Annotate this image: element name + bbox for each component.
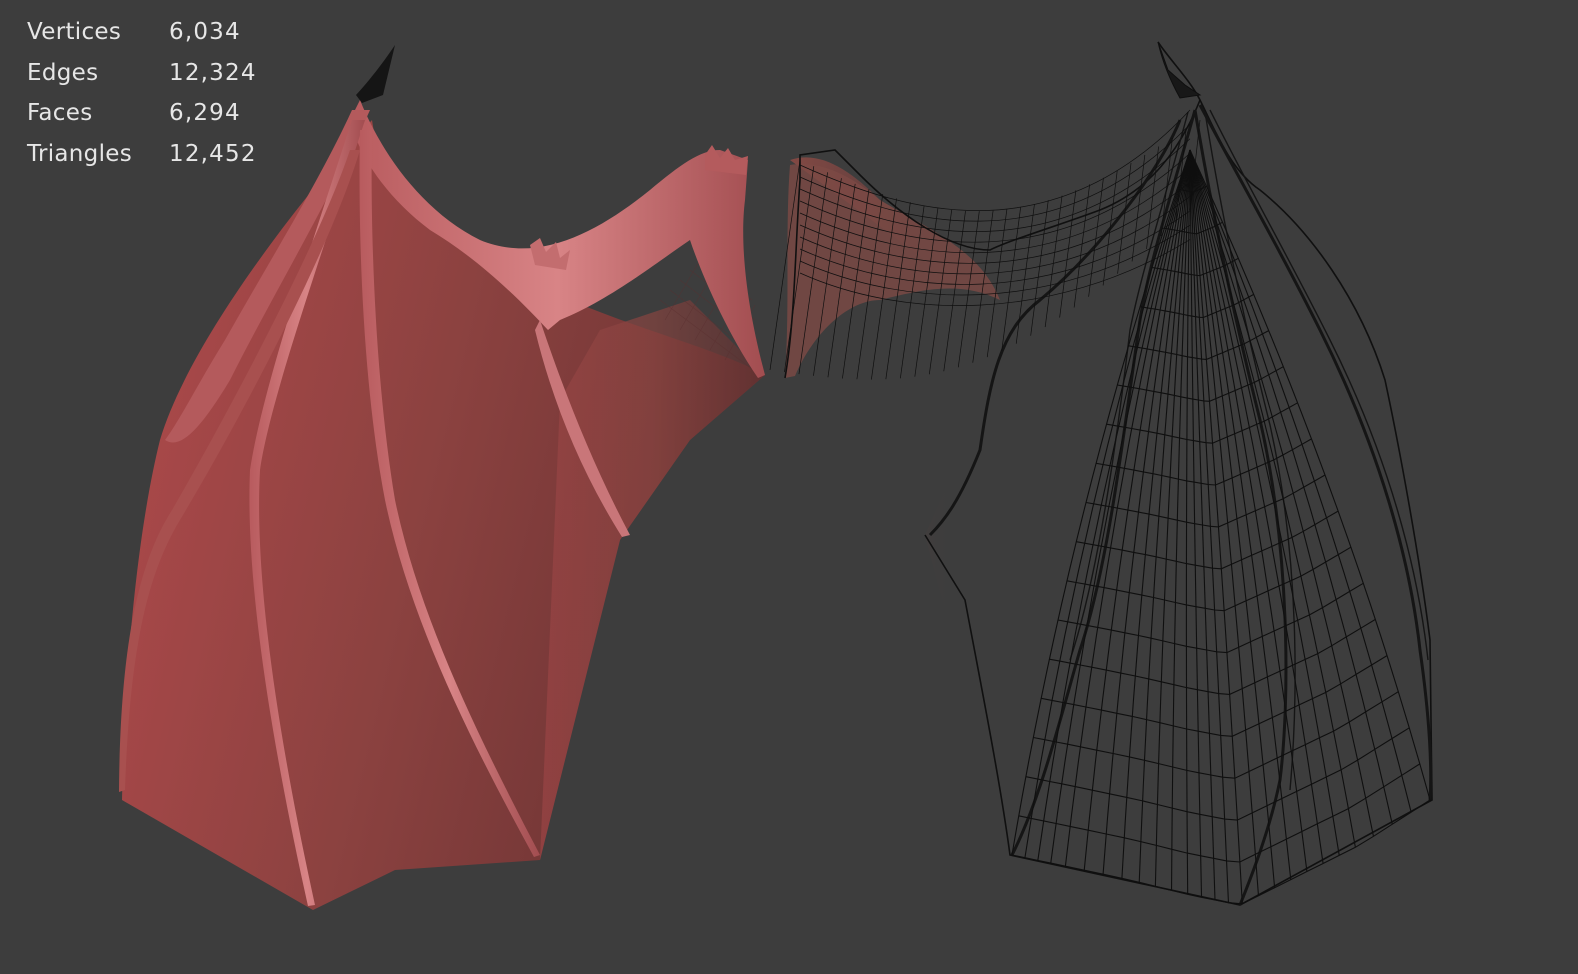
wire-edge [1057,582,1364,654]
mesh-statistics-overlay: Vertices 6,034 Edges 12,324 Faces 6,294 … [27,12,257,174]
wire-edge [1044,195,1063,328]
stat-value: 12,452 [169,140,257,167]
wire-edge [1018,763,1421,863]
wire-edge [1049,618,1376,695]
wire-edge [1146,146,1159,249]
stat-row-faces: Faces 6,294 [27,93,257,134]
3d-viewport[interactable]: Vertices 6,034 Edges 12,324 Faces 6,294 … [0,0,1578,974]
wire-edge [1015,203,1035,344]
stat-value: 12,324 [169,59,257,86]
stat-row-edges: Edges 12,324 [27,53,257,94]
wire-edge [1059,190,1077,318]
stat-row-vertices: Vertices 6,034 [27,12,257,53]
stat-label: Edges [27,59,99,86]
stat-value: 6,294 [169,100,241,127]
stat-row-triangles: Triangles 12,452 [27,134,257,175]
stat-label: Triangles [27,140,133,167]
wire-edge [1189,149,1340,856]
stat-label: Faces [27,100,93,127]
wire-edge [1102,170,1118,286]
stat-label: Vertices [27,19,122,46]
wire-edge [1011,799,1431,905]
stat-value: 6,034 [169,19,241,46]
wire-edge [943,210,966,372]
